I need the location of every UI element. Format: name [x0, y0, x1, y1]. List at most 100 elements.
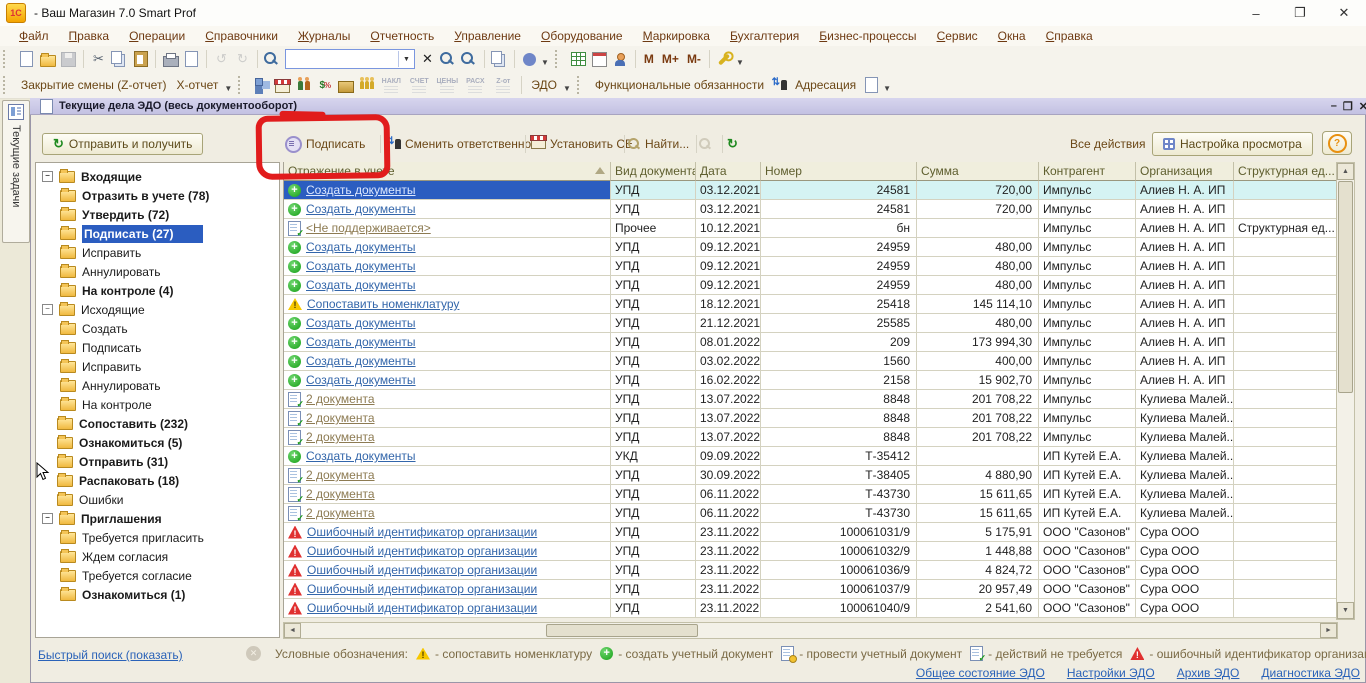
cell-organization[interactable]: Сура ООО — [1136, 561, 1234, 580]
document-button-расх[interactable]: РАСХ — [462, 78, 488, 93]
cell-action[interactable]: +Создать документы — [284, 276, 611, 295]
cell-sum[interactable]: 20 957,49 — [917, 580, 1039, 599]
wrench-icon[interactable] — [715, 50, 734, 68]
table-row[interactable]: +Создать документыУПД16.02.2022215815 90… — [284, 371, 1337, 390]
tree-item-аннулировать[interactable]: Аннулировать — [36, 376, 279, 395]
scroll-left-button[interactable]: ◄ — [284, 623, 301, 638]
cell-number[interactable]: 8848 — [761, 428, 917, 447]
menu-item-операции[interactable]: Операции — [120, 28, 194, 44]
cell-doc-type[interactable]: УПД — [611, 599, 696, 618]
functional-duties-icon[interactable] — [770, 76, 789, 94]
cell-date[interactable]: 06.11.2022 — [696, 485, 761, 504]
cell-doc-type[interactable]: УПД — [611, 580, 696, 599]
footer-link-архив-эдо[interactable]: Архив ЭДО — [1177, 666, 1240, 680]
cell-sum[interactable]: 480,00 — [917, 238, 1039, 257]
cell-structural-unit[interactable] — [1234, 371, 1337, 390]
action-link[interactable]: Создать документы — [306, 259, 416, 273]
cell-counterparty[interactable]: Импульс — [1039, 295, 1136, 314]
cell-action[interactable]: +Создать документы — [284, 447, 611, 466]
table-row[interactable]: 2 документаУПД06.11.2022Т-4373015 611,65… — [284, 504, 1337, 523]
action-link[interactable]: Создать документы — [306, 240, 416, 254]
table-row[interactable]: +Создать документыУПД09.12.202124959480,… — [284, 238, 1337, 257]
cell-structural-unit[interactable] — [1234, 390, 1337, 409]
cell-number[interactable]: 1560 — [761, 352, 917, 371]
cell-counterparty[interactable]: ООО "Сазонов" — [1039, 542, 1136, 561]
tree-item-отправить-31-[interactable]: Отправить (31) — [36, 452, 279, 471]
tree-item-на-контроле-4-[interactable]: На контроле (4) — [36, 281, 279, 300]
user-lock-icon[interactable] — [611, 50, 630, 68]
addressing-doc-icon[interactable] — [862, 76, 881, 94]
cut-icon[interactable]: ✂ — [89, 50, 108, 68]
cell-sum[interactable]: 480,00 — [917, 314, 1039, 333]
mdi-restore-button[interactable]: ❐ — [1343, 100, 1353, 113]
tree-item-входящие[interactable]: −Входящие — [36, 167, 279, 186]
cell-date[interactable]: 23.11.2022 — [696, 523, 761, 542]
tree-item-утвердить-72-[interactable]: Утвердить (72) — [36, 205, 279, 224]
cell-counterparty[interactable]: Импульс — [1039, 409, 1136, 428]
cell-structural-unit[interactable] — [1234, 523, 1337, 542]
cell-number[interactable]: 100061037/9 — [761, 580, 917, 599]
send-receive-button[interactable]: ↻ Отправить и получить — [42, 133, 203, 155]
cell-structural-unit[interactable]: Структурная ед... — [1234, 219, 1337, 238]
menu-item-управление[interactable]: Управление — [445, 28, 530, 44]
table-row[interactable]: +Создать документыУПД08.01.2022209173 99… — [284, 333, 1337, 352]
combobox-dropdown-icon[interactable]: ▼ — [398, 51, 414, 67]
cell-structural-unit[interactable] — [1234, 295, 1337, 314]
cell-date[interactable]: 30.09.2022 — [696, 466, 761, 485]
cell-structural-unit[interactable] — [1234, 466, 1337, 485]
cell-counterparty[interactable]: ИП Кутей Е.А. — [1039, 447, 1136, 466]
cell-counterparty[interactable]: ИП Кутей Е.А. — [1039, 485, 1136, 504]
quick-search-link[interactable]: Быстрый поиск (показать) — [38, 648, 183, 662]
cell-counterparty[interactable]: Импульс — [1039, 200, 1136, 219]
menu-item-справочники[interactable]: Справочники — [196, 28, 287, 44]
sign-button[interactable]: Подписать — [282, 134, 368, 154]
cell-date[interactable]: 21.12.2021 — [696, 314, 761, 333]
action-link[interactable]: Ошибочный идентификатор организации — [307, 582, 537, 596]
document-button-счет[interactable]: СЧЕТ — [406, 78, 432, 93]
view-settings-button[interactable]: Настройка просмотра — [1152, 132, 1313, 156]
cell-number[interactable]: Т-38405 — [761, 466, 917, 485]
tree-item-исправить[interactable]: Исправить — [36, 243, 279, 262]
tree-expander-icon[interactable]: − — [42, 513, 53, 524]
cell-sum[interactable]: 480,00 — [917, 257, 1039, 276]
cell-number[interactable]: 2158 — [761, 371, 917, 390]
cell-action[interactable]: +Создать документы — [284, 238, 611, 257]
cell-organization[interactable]: Сура ООО — [1136, 580, 1234, 599]
cell-organization[interactable]: Алиев Н. А. ИП — [1136, 352, 1234, 371]
menu-item-сервис[interactable]: Сервис — [928, 28, 987, 44]
action-link[interactable]: Создать документы — [306, 202, 416, 216]
cell-number[interactable]: 209 — [761, 333, 917, 352]
info-icon[interactable] — [520, 50, 539, 68]
cell-sum[interactable]: 4 824,72 — [917, 561, 1039, 580]
cell-structural-unit[interactable] — [1234, 257, 1337, 276]
tree-item-исходящие[interactable]: −Исходящие — [36, 300, 279, 319]
table-row[interactable]: !Ошибочный идентификатор организацииУПД2… — [284, 580, 1337, 599]
action-link[interactable]: 2 документа — [306, 392, 375, 406]
cell-organization[interactable]: Алиев Н. А. ИП — [1136, 238, 1234, 257]
action-link[interactable]: Создать документы — [306, 354, 416, 368]
search-icon[interactable] — [263, 50, 282, 68]
archive-box-icon[interactable] — [336, 76, 355, 94]
cell-sum[interactable]: 5 175,91 — [917, 523, 1039, 542]
undo-icon[interactable]: ↺ — [212, 50, 231, 68]
tree-item-исправить[interactable]: Исправить — [36, 357, 279, 376]
cell-sum[interactable]: 15 611,65 — [917, 485, 1039, 504]
edo-button[interactable]: ЭДО — [526, 78, 562, 92]
action-link[interactable]: Ошибочный идентификатор организации — [307, 544, 537, 558]
cell-number[interactable]: 24581 — [761, 200, 917, 219]
cell-date[interactable]: 03.12.2021 — [696, 181, 761, 200]
cell-number[interactable]: 100061032/9 — [761, 542, 917, 561]
cell-structural-unit[interactable] — [1234, 485, 1337, 504]
cell-action[interactable]: !Ошибочный идентификатор организации — [284, 599, 611, 618]
cell-action[interactable]: 2 документа — [284, 466, 611, 485]
cell-structural-unit[interactable] — [1234, 314, 1337, 333]
cell-doc-type[interactable]: УПД — [611, 542, 696, 561]
cell-organization[interactable]: Кулиева Малей... — [1136, 504, 1234, 523]
cell-doc-type[interactable]: УПД — [611, 428, 696, 447]
minimize-button[interactable]: – — [1234, 0, 1278, 26]
cell-structural-unit[interactable] — [1234, 333, 1337, 352]
refresh-button[interactable]: ↻ — [724, 134, 741, 154]
cell-structural-unit[interactable] — [1234, 409, 1337, 428]
find-previous-icon[interactable] — [460, 50, 479, 68]
cell-structural-unit[interactable] — [1234, 352, 1337, 371]
